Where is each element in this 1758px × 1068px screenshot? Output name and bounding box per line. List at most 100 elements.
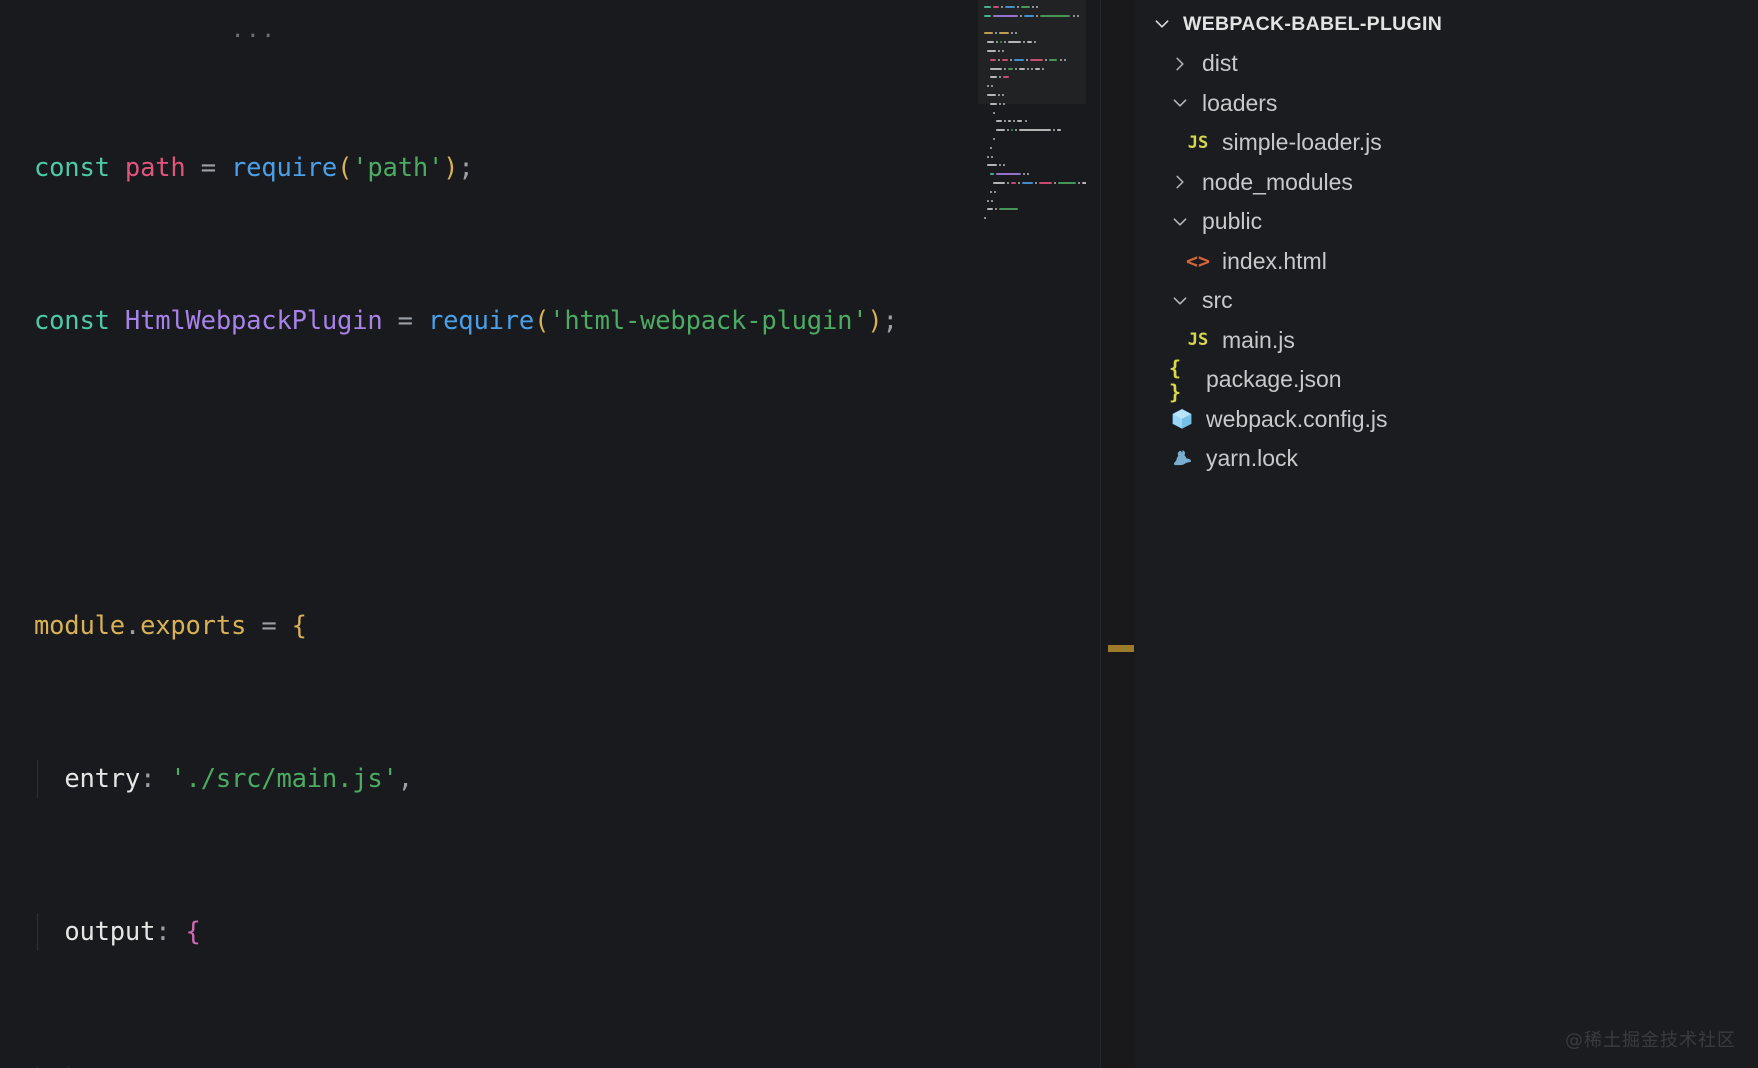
minimap-token — [999, 102, 1002, 105]
tree-item-main-js[interactable]: JS main.js — [1135, 321, 1758, 361]
minimap-token — [990, 190, 992, 193]
code-line: const HtmlWebpackPlugin = require('html-… — [34, 305, 898, 336]
minimap-token — [990, 146, 992, 149]
minimap-token — [1001, 94, 1004, 96]
tree-item-loaders[interactable]: loaders — [1135, 84, 1758, 124]
minimap-token — [1018, 129, 1051, 132]
tree-item-package-json[interactable]: { } package.json — [1135, 355, 1758, 404]
minimap-token — [999, 164, 1002, 167]
chevron-down-icon[interactable] — [1169, 290, 1191, 312]
minimap-token — [1003, 102, 1006, 105]
inline-suggestion-dots: ... — [231, 18, 277, 43]
minimap-token — [1010, 129, 1013, 132]
overview-ruler[interactable] — [1086, 0, 1100, 1068]
minimap-token — [1008, 41, 1022, 44]
tree-item-label: yarn.lock — [1206, 445, 1299, 472]
minimap-token — [998, 208, 1018, 211]
minimap-token — [987, 94, 996, 96]
tree-item-label: webpack.config.js — [1206, 405, 1388, 432]
minimap-token — [1031, 6, 1034, 8]
minimap-token — [994, 190, 996, 193]
minimap-token — [1076, 14, 1079, 17]
code-editor[interactable]: const path = require('path'); const Html… — [0, 0, 1100, 1068]
minimap-token — [993, 111, 995, 114]
minimap-token — [1009, 58, 1012, 61]
minimap-token — [987, 50, 996, 52]
minimap-token — [996, 173, 1021, 176]
minimap-token — [1063, 58, 1066, 61]
minimap-token — [993, 14, 1018, 17]
js-file-icon: JS — [1187, 132, 1209, 153]
minimap-token — [997, 50, 1000, 52]
yarn-icon — [1169, 446, 1195, 472]
minimap-token — [1034, 182, 1037, 184]
minimap-token — [1036, 14, 1039, 17]
minimap-token — [987, 208, 993, 211]
chevron-right-icon[interactable] — [1169, 53, 1191, 75]
json-file-icon: { } — [1169, 355, 1182, 404]
minimap-token — [1021, 6, 1030, 8]
tree-item-label: src — [1202, 287, 1233, 314]
minimap-token — [984, 6, 992, 8]
minimap-token — [1053, 182, 1056, 184]
minimap-token — [1052, 129, 1055, 132]
tree-item-simple-loader-js[interactable]: JS simple-loader.js — [1135, 123, 1758, 163]
tree-item-node-modules[interactable]: node_modules — [1135, 163, 1758, 203]
minimap[interactable] — [978, 0, 1100, 1068]
tree-item-label: index.html — [1222, 247, 1327, 274]
editor-decoration-column — [1101, 0, 1135, 1068]
minimap-token — [990, 173, 995, 176]
minimap-token — [991, 155, 993, 158]
minimap-token — [987, 164, 998, 167]
minimap-token — [1005, 6, 1016, 8]
minimap-token — [1010, 182, 1017, 184]
tree-item-label: public — [1202, 208, 1263, 235]
minimap-token — [1031, 67, 1034, 70]
tree-item-src[interactable]: src — [1135, 281, 1758, 321]
minimap-token — [1078, 182, 1081, 184]
minimap-token — [1022, 182, 1033, 184]
minimap-token — [997, 58, 1000, 61]
minimap-token — [993, 138, 995, 140]
watermark: @稀土掘金技术社区 — [1565, 1030, 1736, 1051]
tree-item-yarn-lock[interactable]: yarn.lock — [1135, 439, 1758, 479]
overview-ruler-marker[interactable] — [1108, 645, 1134, 652]
minimap-token — [1016, 120, 1023, 123]
tree-item-dist[interactable]: dist — [1135, 44, 1758, 84]
minimap-token — [1018, 182, 1021, 184]
tree-item-label: node_modules — [1202, 168, 1353, 195]
minimap-token — [1012, 120, 1015, 123]
tree-item-label: loaders — [1202, 89, 1278, 116]
minimap-token — [990, 67, 1002, 70]
minimap-token — [1035, 6, 1038, 8]
tree-item-public[interactable]: public — [1135, 202, 1758, 242]
minimap-token — [1003, 120, 1006, 123]
tree-item-index-html[interactable]: <> index.html — [1135, 242, 1758, 282]
minimap-token — [1027, 67, 1030, 70]
tree-item-label: dist — [1202, 50, 1238, 77]
chevron-right-icon[interactable] — [1169, 171, 1191, 193]
tree-item-webpack-config-js[interactable]: webpack.config.js — [1135, 400, 1758, 440]
minimap-token — [1027, 173, 1029, 176]
minimap-token — [984, 217, 986, 220]
minimap-token — [1007, 67, 1014, 70]
minimap-token — [1019, 14, 1022, 17]
minimap-token — [1029, 58, 1043, 61]
chevron-down-icon[interactable] — [1169, 92, 1191, 114]
minimap-token — [1072, 14, 1075, 17]
explorer-sidebar[interactable]: WEBPACK-BABEL-PLUGIN dist loaders JS simple… — [1135, 0, 1758, 1068]
file-tree[interactable]: dist loaders JS simple-loader.js node_module… — [1135, 44, 1758, 479]
minimap-token — [1014, 129, 1017, 132]
js-file-icon: JS — [1187, 330, 1209, 351]
minimap-token — [1023, 173, 1025, 176]
explorer-root-header[interactable]: WEBPACK-BABEL-PLUGIN — [1135, 4, 1758, 44]
code-line: output: { — [0, 912, 943, 951]
chevron-down-icon[interactable] — [1169, 211, 1191, 233]
code-line: entry: './src/main.js', — [0, 760, 943, 799]
minimap-token — [1027, 41, 1032, 44]
minimap-token — [996, 120, 1002, 123]
minimap-token — [1003, 67, 1006, 70]
minimap-token — [993, 6, 1000, 8]
code-content[interactable]: const path = require('path'); const Html… — [0, 0, 943, 1068]
minimap-token — [1041, 67, 1044, 70]
